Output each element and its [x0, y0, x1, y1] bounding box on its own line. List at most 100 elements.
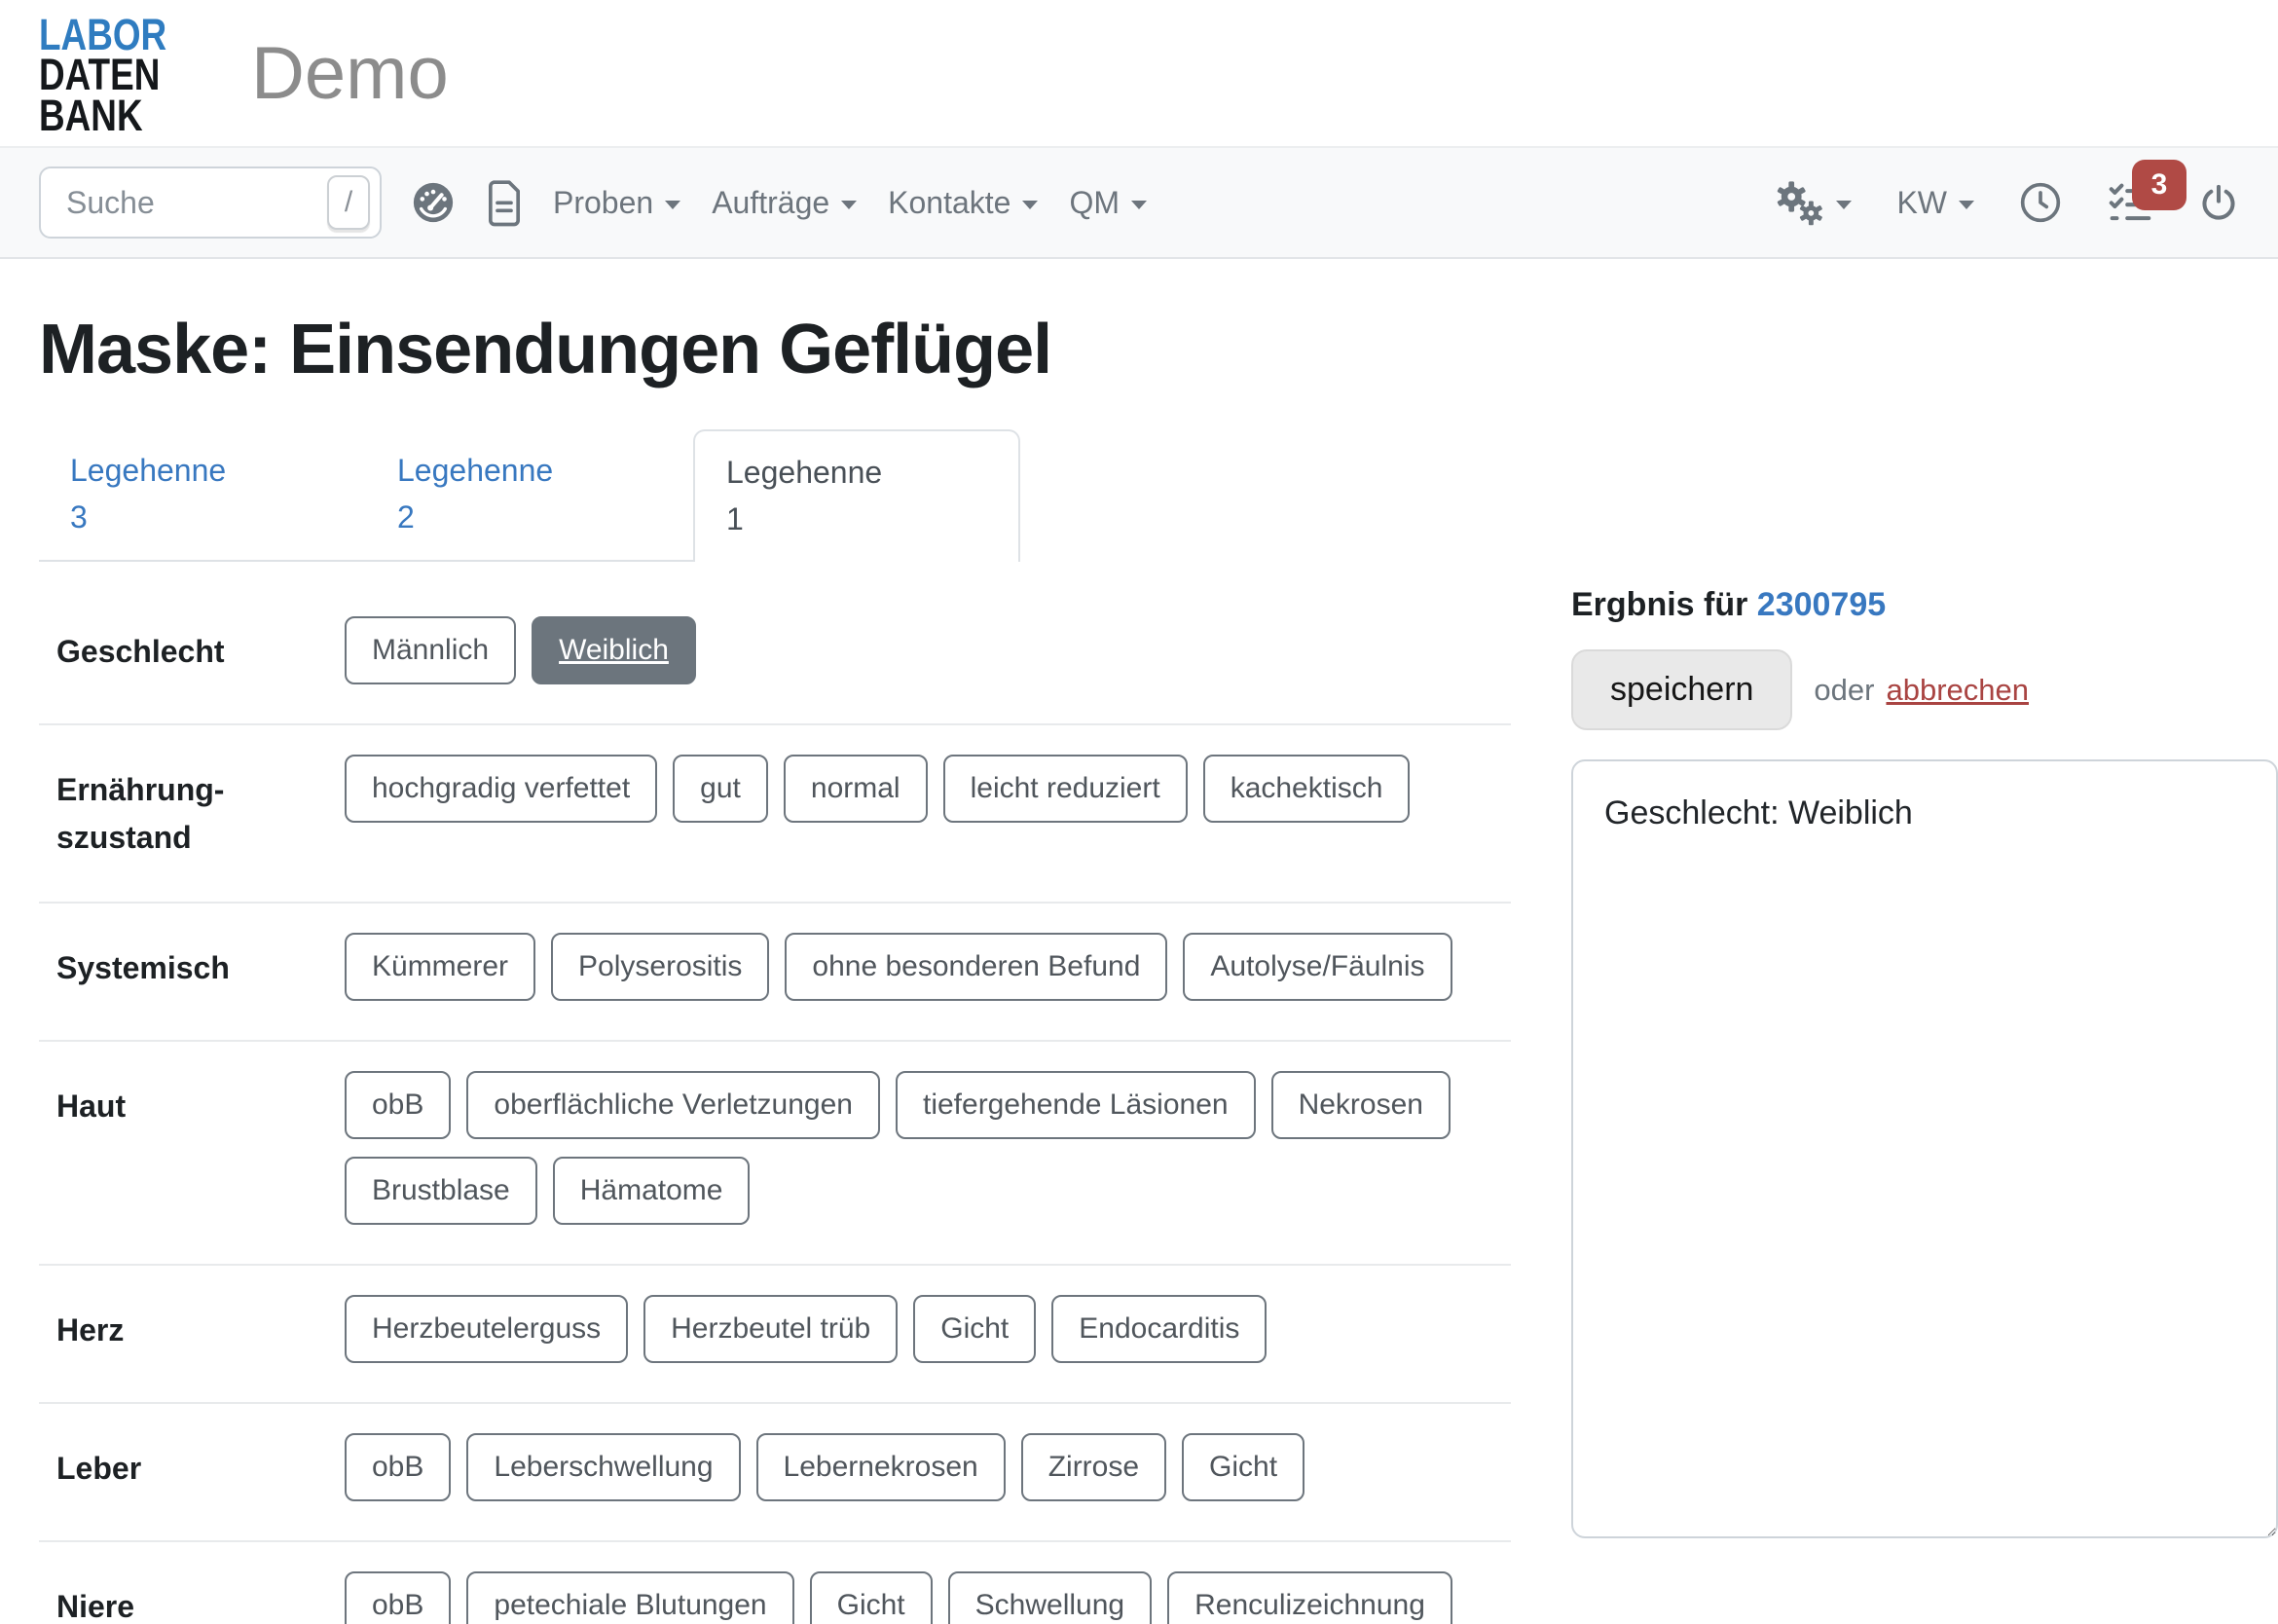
chevron-down-icon	[1022, 201, 1038, 209]
app-title: Demo	[251, 31, 449, 116]
form-row-herz: Herz Herzbeutelerguss Herzbeutel trüb Gi…	[39, 1266, 1511, 1404]
tasks-menu[interactable]: 3	[2107, 181, 2153, 224]
option-button[interactable]: Hämatome	[553, 1157, 751, 1225]
menu-kontakte-label: Kontakte	[888, 185, 1010, 221]
tasks-count-badge: 3	[2132, 160, 2186, 210]
row-options: Kümmerer Polyserositis ohne besonderen B…	[345, 933, 1452, 1001]
form-row-ernaehrungszustand: Ernährung- szustand hochgradig verfettet…	[39, 725, 1511, 904]
findings-form: Geschlecht Männlich Weiblich Ernährung- …	[39, 562, 1511, 1624]
result-panel: Ergbnis für 2300795 speichern oder abbre…	[1571, 586, 2278, 1543]
logo-line-daten: DATEN	[39, 55, 166, 94]
save-row: speichern oder abbrechen	[1571, 649, 2278, 730]
chevron-down-icon	[665, 201, 680, 209]
row-label: Systemisch	[56, 933, 345, 993]
form-row-geschlecht: Geschlecht Männlich Weiblich	[39, 562, 1511, 725]
chevron-down-icon	[1131, 201, 1147, 209]
result-title: Ergbnis für 2300795	[1571, 586, 2278, 624]
or-label: oder	[1814, 673, 1874, 708]
row-label: Ernährung- szustand	[56, 755, 345, 863]
option-button[interactable]: oberflächliche Verletzungen	[466, 1071, 880, 1139]
row-options: obB Leberschwellung Lebernekrosen Zirros…	[345, 1433, 1304, 1501]
menu-auftraege-label: Aufträge	[712, 185, 829, 221]
menu-qm-label: QM	[1069, 185, 1120, 221]
option-button[interactable]: obB	[345, 1071, 451, 1139]
mask-tabs: Legehenne 3 Legehenne 2 Legehenne 1	[39, 429, 1020, 562]
settings-menu[interactable]	[1774, 180, 1852, 226]
menu-kontakte[interactable]: Kontakte	[872, 185, 1053, 221]
mask-column: Maske: Einsendungen Geflügel Legehenne 3…	[39, 310, 1511, 1624]
slash-shortcut-key: /	[327, 175, 370, 230]
option-button[interactable]: gut	[673, 755, 768, 823]
option-button-maennlich[interactable]: Männlich	[345, 616, 516, 684]
option-button[interactable]: petechiale Blutungen	[466, 1571, 793, 1624]
option-button-weiblich[interactable]: Weiblich	[532, 616, 696, 684]
tab-legehenne-1[interactable]: Legehenne 1	[693, 429, 1020, 562]
menu-qm[interactable]: QM	[1053, 185, 1162, 221]
option-button[interactable]: tiefergehende Läsionen	[896, 1071, 1256, 1139]
row-label: Geschlecht	[56, 616, 345, 677]
row-options: Männlich Weiblich	[345, 616, 696, 684]
tab-legehenne-3[interactable]: Legehenne 3	[39, 429, 366, 560]
navbar-right-group: KW	[1774, 180, 2239, 226]
row-options: obB petechiale Blutungen Gicht Schwellun…	[345, 1571, 1452, 1624]
option-button[interactable]: Endocarditis	[1051, 1295, 1267, 1363]
row-options: hochgradig verfettet gut normal leicht r…	[345, 755, 1410, 823]
chevron-down-icon	[841, 201, 857, 209]
logo-line-labor: LABOR	[39, 15, 166, 55]
chevron-down-icon	[1836, 201, 1852, 209]
result-output-textarea[interactable]: Geschlecht: Weiblich	[1571, 759, 2278, 1538]
row-options: obB oberflächliche Verletzungen tieferge…	[345, 1071, 1464, 1225]
file-text-icon[interactable]	[485, 178, 524, 227]
form-row-niere: Niere obB petechiale Blutungen Gicht Sch…	[39, 1542, 1511, 1624]
search-box: /	[39, 166, 382, 239]
option-button[interactable]: Schwellung	[948, 1571, 1152, 1624]
power-icon[interactable]	[2198, 182, 2239, 223]
cancel-link[interactable]: abbrechen	[1886, 673, 2029, 708]
save-button[interactable]: speichern	[1571, 649, 1792, 730]
option-button[interactable]: Gicht	[913, 1295, 1036, 1363]
result-title-prefix: Ergbnis für	[1571, 586, 1747, 623]
labordatenbank-app: LABOR DATEN BANK Demo /	[0, 0, 2278, 1624]
kw-menu-label: KW	[1896, 185, 1947, 221]
option-button[interactable]: hochgradig verfettet	[345, 755, 657, 823]
menu-proben-label: Proben	[553, 185, 653, 221]
chevron-down-icon	[1959, 201, 1974, 209]
option-button[interactable]: Kümmerer	[345, 933, 535, 1001]
option-button[interactable]: Leberschwellung	[466, 1433, 740, 1501]
form-row-haut: Haut obB oberflächliche Verletzungen tie…	[39, 1042, 1511, 1266]
app-header: LABOR DATEN BANK Demo	[0, 0, 2278, 146]
option-button[interactable]: Renculizeichnung	[1167, 1571, 1452, 1624]
option-button[interactable]: Brustblase	[345, 1157, 537, 1225]
kw-menu[interactable]: KW	[1896, 185, 1974, 221]
option-button[interactable]: Lebernekrosen	[756, 1433, 1006, 1501]
option-button[interactable]: obB	[345, 1571, 451, 1624]
speedometer-icon[interactable]	[411, 180, 456, 225]
row-label: Herz	[56, 1295, 345, 1355]
option-button[interactable]: ohne besonderen Befund	[785, 933, 1167, 1001]
option-button[interactable]: Gicht	[1182, 1433, 1304, 1501]
row-options: Herzbeutelerguss Herzbeutel trüb Gicht E…	[345, 1295, 1267, 1363]
record-id-link[interactable]: 2300795	[1757, 586, 1886, 623]
option-button[interactable]: Herzbeutel trüb	[643, 1295, 898, 1363]
option-button[interactable]: obB	[345, 1433, 451, 1501]
option-button[interactable]: Herzbeutelerguss	[345, 1295, 628, 1363]
form-row-leber: Leber obB Leberschwellung Lebernekrosen …	[39, 1404, 1511, 1542]
row-label: Leber	[56, 1433, 345, 1494]
option-button[interactable]: Nekrosen	[1271, 1071, 1451, 1139]
clock-icon[interactable]	[2019, 181, 2062, 224]
menu-auftraege[interactable]: Aufträge	[696, 185, 872, 221]
option-button[interactable]: kachektisch	[1203, 755, 1411, 823]
main-navbar: / Proben	[0, 146, 2278, 259]
option-button[interactable]: Polyserositis	[551, 933, 769, 1001]
settings-gears-icon	[1774, 180, 1824, 226]
menu-proben[interactable]: Proben	[537, 185, 696, 221]
option-button[interactable]: Autolyse/Fäulnis	[1183, 933, 1451, 1001]
form-row-systemisch: Systemisch Kümmerer Polyserositis ohne b…	[39, 904, 1511, 1042]
row-label: Niere	[56, 1571, 345, 1624]
option-button[interactable]: normal	[784, 755, 928, 823]
option-button[interactable]: leicht reduziert	[943, 755, 1188, 823]
labordatenbank-logo[interactable]: LABOR DATEN BANK	[39, 15, 166, 135]
option-button[interactable]: Zirrose	[1021, 1433, 1166, 1501]
option-button[interactable]: Gicht	[810, 1571, 933, 1624]
tab-legehenne-2[interactable]: Legehenne 2	[366, 429, 693, 560]
